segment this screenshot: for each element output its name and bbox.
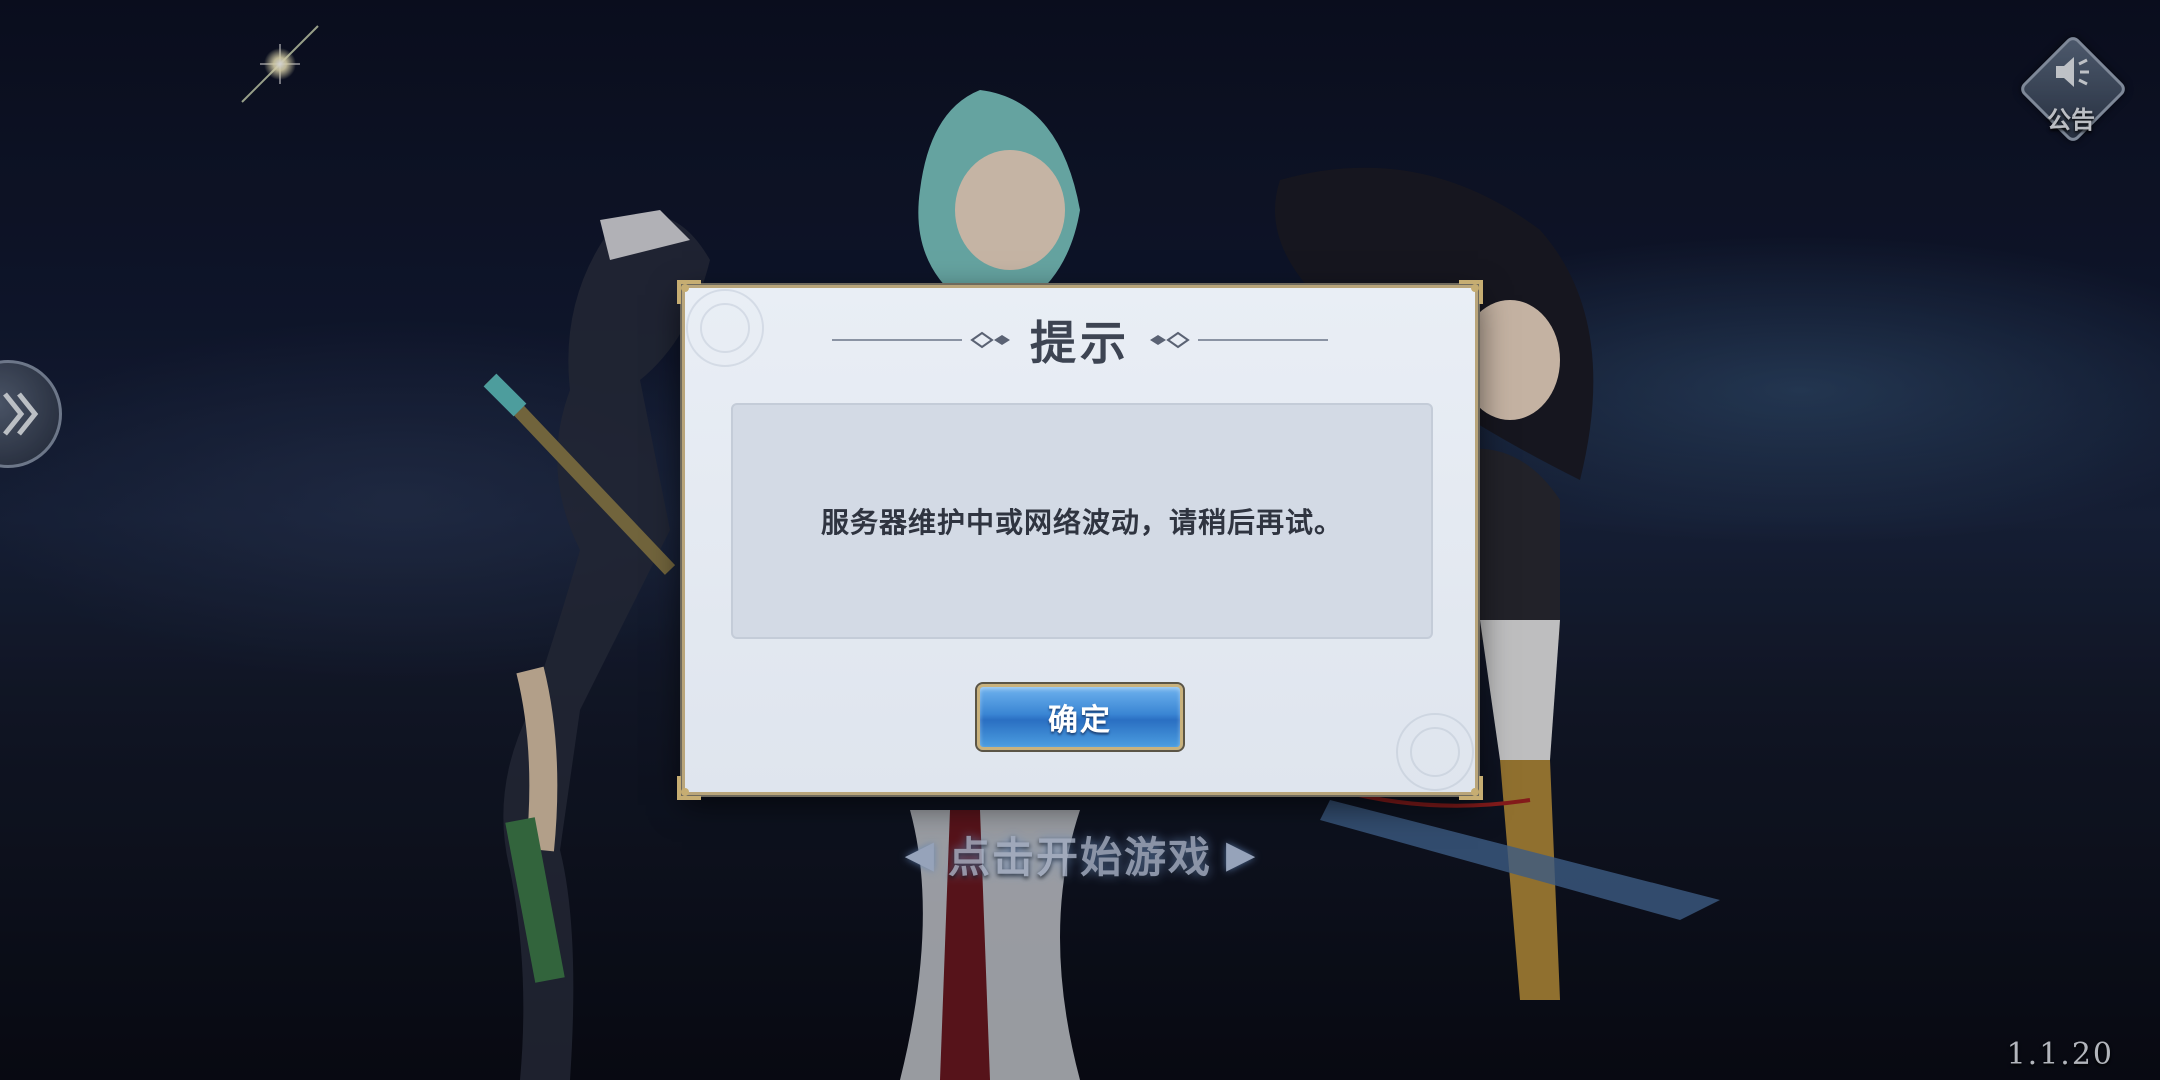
corner-ornament-icon xyxy=(677,776,701,800)
confirm-button-label: 确定 xyxy=(1048,703,1112,738)
dialog-title: 提示 xyxy=(1030,316,1130,370)
title-flourish-right-icon xyxy=(1150,331,1328,349)
dialog-message: 服务器维护中或网络波动，请稍后再试。 xyxy=(820,506,1343,539)
game-login-screen: 公告 ◀ 点击开始游戏 ▶ 1.1.20 提示 服务器维护中或网络波动，请稍后再… xyxy=(0,0,2160,1080)
moon-watermark-icon xyxy=(1396,713,1474,791)
title-flourish-left-icon xyxy=(832,331,1010,349)
corner-ornament-icon xyxy=(1459,280,1483,304)
message-box: 服务器维护中或网络波动，请稍后再试。 xyxy=(731,403,1433,639)
confirm-button[interactable]: 确定 xyxy=(975,682,1185,752)
notice-dialog: 提示 服务器维护中或网络波动，请稍后再试。 确定 xyxy=(677,280,1483,800)
dialog-header: 提示 xyxy=(685,308,1475,372)
